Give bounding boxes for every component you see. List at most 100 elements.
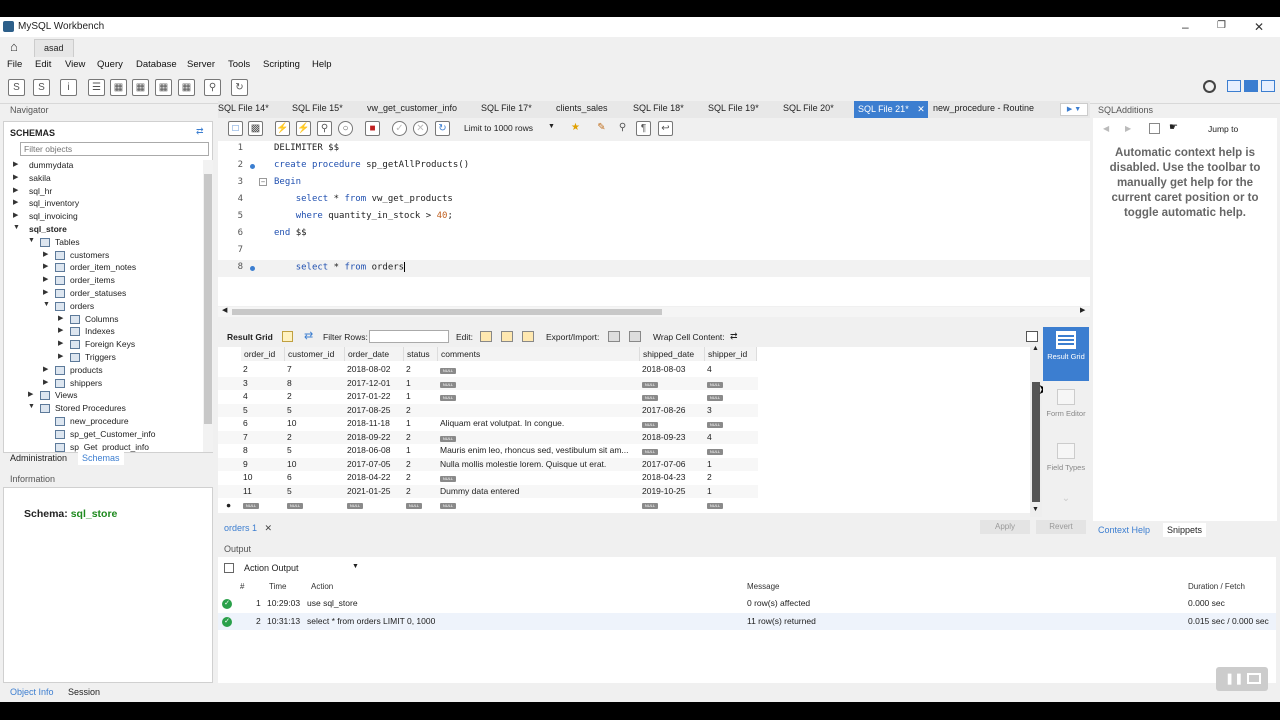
tab-sql-file-14[interactable]: SQL File 14*: [218, 103, 269, 113]
column-header[interactable]: status: [404, 347, 438, 361]
table-cell[interactable]: 2018-11-18: [347, 418, 403, 428]
table-cell[interactable]: 1: [707, 486, 756, 496]
autocommit-icon[interactable]: ↻: [435, 121, 450, 136]
table-cell[interactable]: 1: [406, 445, 437, 455]
fold-icon[interactable]: −: [259, 178, 267, 186]
menu-help[interactable]: Help: [312, 59, 332, 70]
editor-horizontal-scrollbar[interactable]: ◀ ▶: [218, 307, 1090, 317]
table-cell[interactable]: 4: [707, 364, 756, 374]
table-cell[interactable]: 1: [707, 459, 756, 469]
expand-icon[interactable]: ▶: [58, 352, 63, 360]
table-cell[interactable]: 2018-06-08: [347, 445, 403, 455]
collapse-icon[interactable]: ▼: [43, 301, 50, 308]
tab-snippets[interactable]: Snippets: [1163, 523, 1207, 537]
tree-scrollbar[interactable]: [203, 160, 213, 452]
table-cell[interactable]: Aliquam erat volutpat. In congue.: [440, 418, 639, 428]
tab-new-procedure-routine[interactable]: new_procedure - Routine: [933, 103, 1034, 113]
rollback-icon[interactable]: ✕: [413, 121, 428, 136]
collapse-icon[interactable]: ▼: [28, 403, 35, 410]
pause-icon[interactable]: ❚❚: [1225, 672, 1243, 685]
table-cell[interactable]: 2: [406, 405, 437, 415]
tab-scroll-right-icon[interactable]: ▶ ▼: [1060, 103, 1088, 116]
create-procedure-icon[interactable]: ▦: [155, 79, 172, 96]
table-cell[interactable]: 7: [243, 432, 284, 442]
menu-view[interactable]: View: [65, 59, 85, 70]
table-cell[interactable]: 3: [243, 378, 284, 388]
expand-icon[interactable]: ▶: [43, 365, 48, 373]
expand-icon[interactable]: ▶: [43, 288, 48, 296]
null-cell[interactable]: NULL: [707, 418, 756, 428]
open-sql-file-icon[interactable]: S: [33, 79, 50, 96]
expand-icon[interactable]: ▶: [58, 314, 63, 322]
wrap-lines-icon[interactable]: ↩: [658, 121, 673, 136]
null-cell[interactable]: NULL: [440, 499, 639, 509]
table-cell[interactable]: 10: [287, 418, 344, 428]
column-header[interactable]: customer_id: [285, 347, 345, 361]
table-cell[interactable]: 2018-04-22: [347, 472, 403, 482]
table-cell[interactable]: 2: [243, 364, 284, 374]
tab-schemas[interactable]: Schemas: [78, 451, 124, 465]
table-cell[interactable]: 2: [287, 391, 344, 401]
edit-row-icon[interactable]: [480, 331, 492, 342]
video-overlay-controls[interactable]: ❚❚: [1216, 667, 1268, 691]
tab-context-help[interactable]: Context Help: [1098, 525, 1150, 535]
menu-edit[interactable]: Edit: [35, 59, 51, 70]
tab-sql-file-18[interactable]: SQL File 18*: [633, 103, 684, 113]
menu-query[interactable]: Query: [97, 59, 123, 70]
table-cell[interactable]: 2: [406, 472, 437, 482]
table-cell[interactable]: 7: [287, 364, 344, 374]
table-cell[interactable]: 5: [287, 405, 344, 415]
table-cell[interactable]: 2: [287, 432, 344, 442]
expand-icon[interactable]: ▶: [13, 211, 18, 219]
result-grid-side-button[interactable]: Result Grid: [1043, 327, 1089, 381]
table-cell[interactable]: 2019-10-25: [642, 486, 704, 496]
table-cell[interactable]: 5: [287, 445, 344, 455]
table-cell[interactable]: 8: [243, 445, 284, 455]
table-cell[interactable]: 4: [707, 432, 756, 442]
commit-icon[interactable]: ✓: [392, 121, 407, 136]
create-view-icon[interactable]: ▦: [132, 79, 149, 96]
create-schema-icon[interactable]: ☰: [88, 79, 105, 96]
table-cell[interactable]: Mauris enim leo, rhoncus sed, vestibulum…: [440, 445, 639, 455]
wrap-cell-icon[interactable]: ⇄: [730, 331, 738, 342]
toggle-output-icon[interactable]: [1244, 80, 1258, 92]
close-result-tab-icon[interactable]: ✕: [265, 523, 273, 533]
expand-icon[interactable]: ▶: [28, 390, 33, 398]
expand-icon[interactable]: ▶: [13, 186, 18, 194]
table-cell[interactable]: 11: [243, 486, 284, 496]
null-cell[interactable]: NULL: [440, 364, 639, 374]
screen-icon[interactable]: [1247, 673, 1261, 684]
table-cell[interactable]: 2018-08-03: [642, 364, 704, 374]
restore-icon[interactable]: ❐: [1217, 20, 1226, 31]
table-cell[interactable]: 1: [406, 418, 437, 428]
filter-objects-input[interactable]: [20, 142, 209, 156]
table-cell[interactable]: 10: [243, 472, 284, 482]
null-cell[interactable]: NULL: [287, 499, 344, 509]
tab-vw-get-customer-info[interactable]: vw_get_customer_info: [367, 103, 457, 113]
field-types-side-button[interactable]: Field Types: [1043, 439, 1089, 489]
back-icon[interactable]: ◀: [1103, 124, 1109, 133]
table-cell[interactable]: Dummy data entered: [440, 486, 639, 496]
find-icon[interactable]: ⚲: [615, 121, 630, 136]
column-header[interactable]: comments: [438, 347, 640, 361]
settings-gear-icon[interactable]: [1203, 80, 1216, 93]
expand-icon[interactable]: ▶: [58, 326, 63, 334]
table-cell[interactable]: 2017-08-25: [347, 405, 403, 415]
table-cell[interactable]: 8: [287, 378, 344, 388]
close-icon[interactable]: ✕: [1254, 20, 1264, 34]
tab-sql-file-19[interactable]: SQL File 19*: [708, 103, 759, 113]
tab-session[interactable]: Session: [68, 687, 100, 697]
table-cell[interactable]: 2018-08-02: [347, 364, 403, 374]
null-cell[interactable]: NULL: [440, 472, 639, 482]
expand-icon[interactable]: ▶: [13, 198, 18, 206]
table-cell[interactable]: 2: [406, 459, 437, 469]
menu-database[interactable]: Database: [136, 59, 177, 70]
search-table-data-icon[interactable]: ⚲: [204, 79, 221, 96]
table-cell[interactable]: 2: [406, 364, 437, 374]
column-header[interactable]: shipped_date: [640, 347, 705, 361]
result-grid[interactable]: order_id customer_id order_date status comme…: [218, 347, 1030, 513]
output-selector[interactable]: Action Output ▼: [242, 562, 359, 576]
import-icon[interactable]: [629, 331, 641, 342]
menu-server[interactable]: Server: [187, 59, 215, 70]
tab-sql-file-20[interactable]: SQL File 20*: [783, 103, 834, 113]
